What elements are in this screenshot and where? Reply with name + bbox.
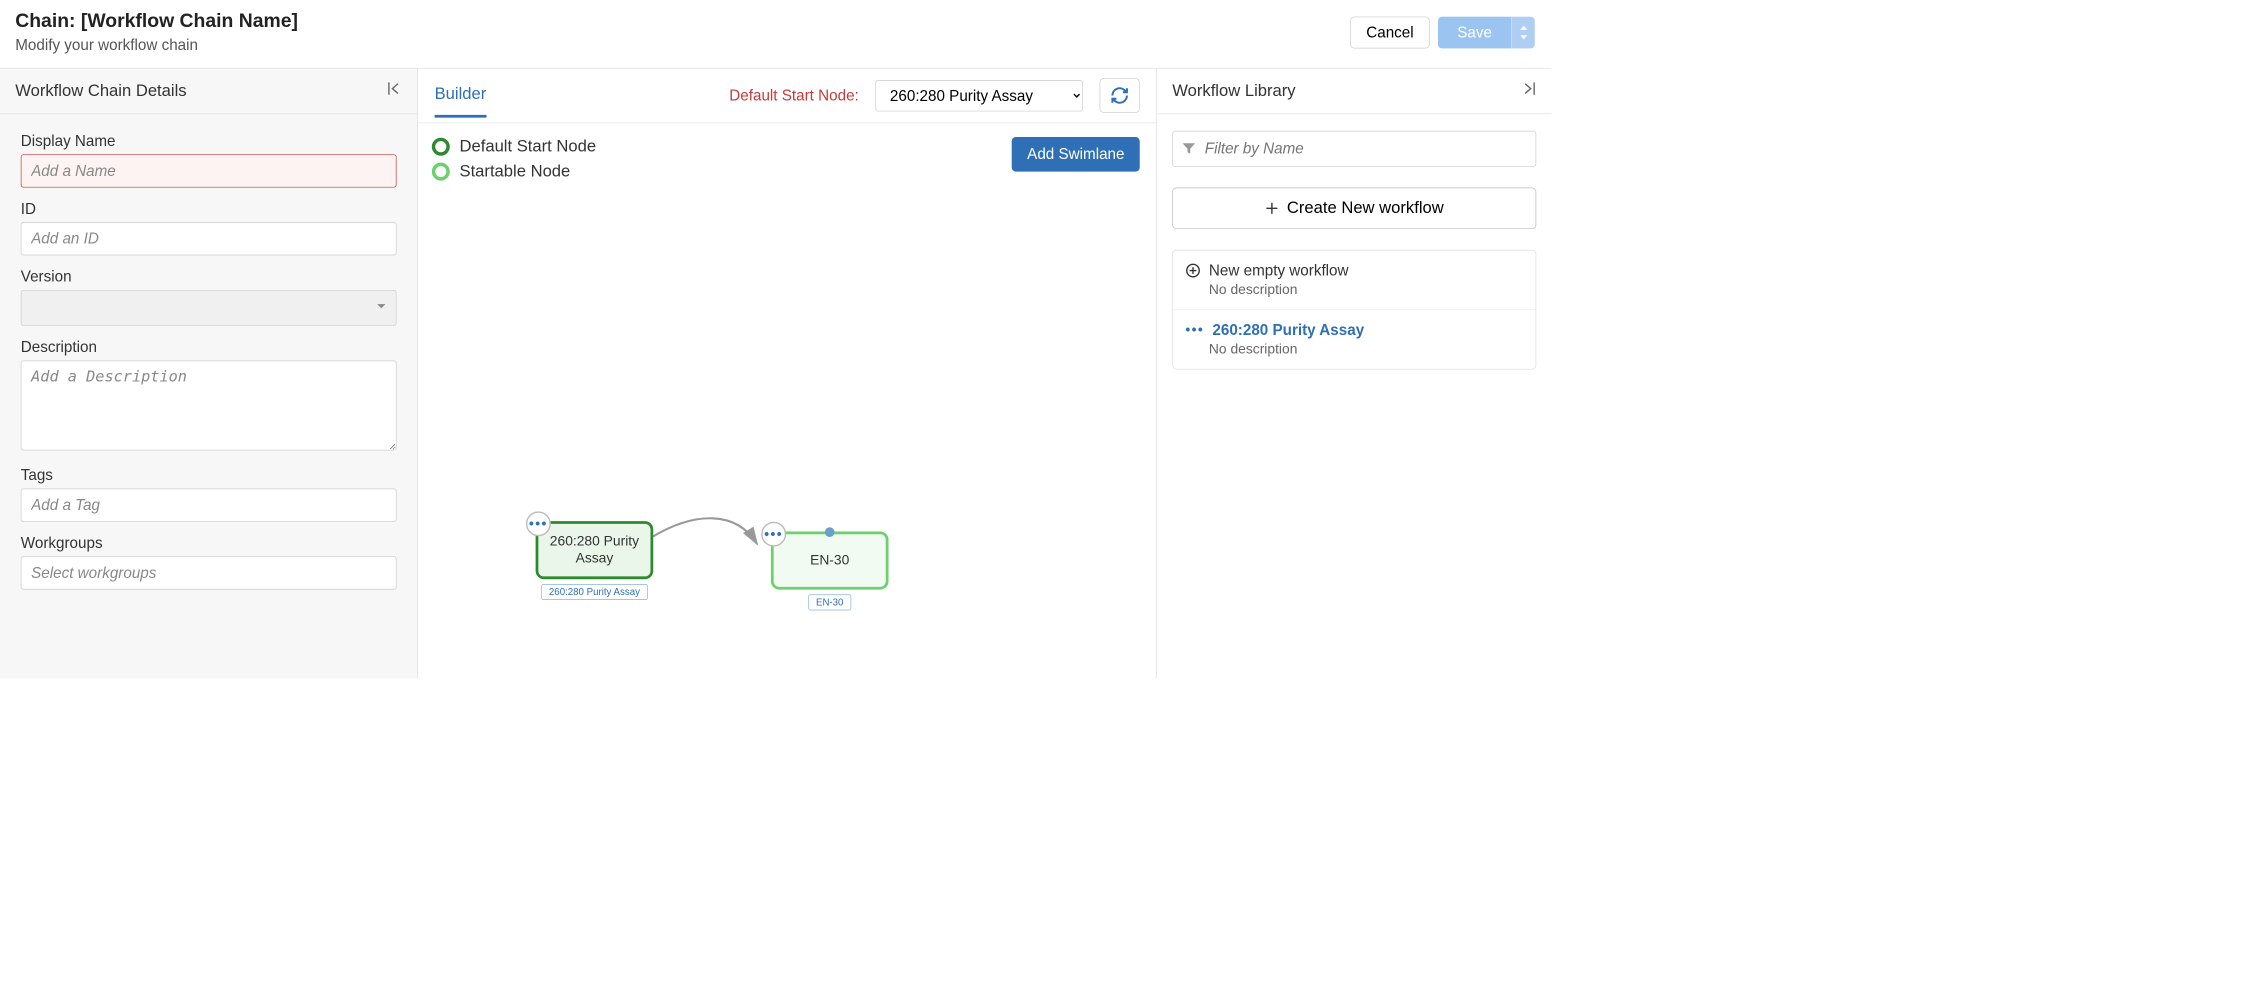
refresh-button[interactable] xyxy=(1100,78,1140,113)
save-button[interactable]: Save xyxy=(1438,17,1511,49)
details-panel: Workflow Chain Details Display Name ID V… xyxy=(0,69,418,679)
description-input[interactable] xyxy=(21,361,397,451)
default-start-node-label: Default Start Node: xyxy=(729,87,858,105)
page-title: Chain: [Workflow Chain Name] xyxy=(15,10,298,32)
library-panel-header: Workflow Library xyxy=(1157,69,1551,115)
plus-circle-icon xyxy=(1185,263,1200,278)
id-input[interactable] xyxy=(21,222,397,255)
tags-input[interactable] xyxy=(21,489,397,522)
refresh-icon xyxy=(1110,86,1129,105)
plus-icon xyxy=(1265,201,1279,215)
cancel-button[interactable]: Cancel xyxy=(1350,17,1429,49)
builder-toolbar: Builder Default Start Node: 260:280 Puri… xyxy=(418,69,1156,124)
details-panel-header: Workflow Chain Details xyxy=(0,69,417,115)
library-item[interactable]: New empty workflow No description xyxy=(1173,251,1536,311)
save-dropdown-caret-icon[interactable] xyxy=(1511,17,1535,49)
workflow-node-default[interactable]: ••• 260:280 Purity Assay 260:280 Purity … xyxy=(536,521,654,579)
library-item-desc: No description xyxy=(1185,282,1523,298)
id-label: ID xyxy=(21,200,397,218)
page-subtitle: Modify your workflow chain xyxy=(15,36,298,54)
builder-panel: Builder Default Start Node: 260:280 Puri… xyxy=(418,69,1157,679)
save-split-button[interactable]: Save xyxy=(1438,17,1535,49)
details-form: Display Name ID Version Description Tags… xyxy=(0,114,417,607)
default-start-node-select[interactable]: 260:280 Purity Assay xyxy=(875,80,1083,111)
display-name-input[interactable] xyxy=(21,154,397,187)
description-label: Description xyxy=(21,338,397,356)
collapse-right-icon[interactable] xyxy=(1521,81,1536,101)
workflow-node-tag: EN-30 xyxy=(808,594,851,610)
workflow-node-label: 260:280 Purity Assay xyxy=(545,533,643,568)
library-filter-input[interactable] xyxy=(1172,131,1536,167)
workgroups-label: Workgroups xyxy=(21,534,397,552)
library-item-title: 260:280 Purity Assay xyxy=(1212,321,1364,339)
page-header: Chain: [Workflow Chain Name] Modify your… xyxy=(0,0,1551,68)
filter-icon xyxy=(1182,142,1196,156)
node-handle-icon[interactable] xyxy=(825,527,835,537)
tab-builder[interactable]: Builder xyxy=(435,84,487,117)
library-list: New empty workflow No description ••• 26… xyxy=(1172,250,1536,370)
library-item-desc: No description xyxy=(1185,342,1523,358)
create-workflow-button[interactable]: Create New workflow xyxy=(1172,188,1536,230)
workflow-node-startable[interactable]: ••• EN-30 EN-30 xyxy=(771,531,889,589)
workspace: Workflow Chain Details Display Name ID V… xyxy=(0,68,1551,678)
workflow-icon: ••• xyxy=(1185,322,1204,338)
node-menu-icon[interactable]: ••• xyxy=(526,511,551,536)
library-item-title: New empty workflow xyxy=(1209,262,1349,280)
workflow-canvas[interactable]: ••• 260:280 Purity Assay 260:280 Purity … xyxy=(418,123,1156,678)
node-menu-icon[interactable]: ••• xyxy=(761,522,786,547)
workflow-node-label: EN-30 xyxy=(810,552,849,569)
tags-label: Tags xyxy=(21,466,397,484)
details-panel-title: Workflow Chain Details xyxy=(15,81,186,100)
create-workflow-label: Create New workflow xyxy=(1287,199,1444,218)
version-select[interactable] xyxy=(21,290,397,326)
workgroups-input[interactable] xyxy=(21,556,397,589)
display-name-label: Display Name xyxy=(21,132,397,150)
version-label: Version xyxy=(21,268,397,286)
library-item[interactable]: ••• 260:280 Purity Assay No description xyxy=(1173,310,1536,369)
library-panel-title: Workflow Library xyxy=(1172,81,1295,100)
collapse-left-icon[interactable] xyxy=(387,81,402,101)
library-panel: Workflow Library Create New workflow xyxy=(1157,69,1551,679)
workflow-node-tag: 260:280 Purity Assay xyxy=(541,584,647,600)
